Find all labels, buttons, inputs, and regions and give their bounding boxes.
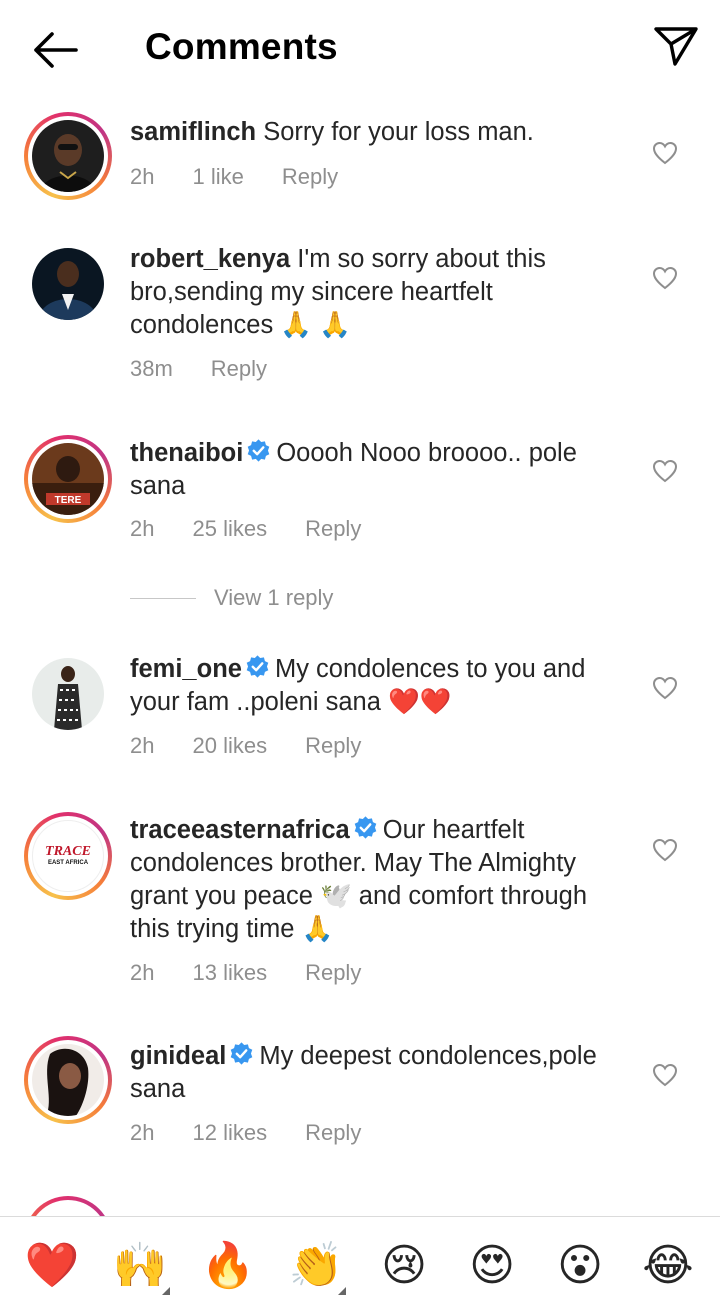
verified-badge-icon [354,816,377,839]
like-count[interactable]: 20 likes [192,733,267,759]
emoji-heart-button[interactable]: ❤️ [20,1233,84,1297]
timestamp: 2h [130,960,155,985]
reply-button[interactable]: Reply [305,516,361,542]
heart-icon [652,266,678,290]
emoji-raised-hands-button[interactable]: 🙌 [108,1233,172,1297]
reply-button[interactable]: Reply [305,960,361,986]
like-count[interactable]: 12 likes [192,1120,267,1146]
comment-body: thenaiboi Ooooh Nooo broooo.. pole sana [130,437,630,503]
like-count[interactable]: 25 likes [192,516,267,542]
back-button[interactable] [30,28,82,72]
timestamp: 2h [130,516,155,541]
timestamp: 2h [130,733,155,758]
emoji-fire-button[interactable]: 🔥 [196,1233,260,1297]
reply-divider [130,597,196,599]
comment-body: samiflinch Sorry for your loss man. [130,116,630,149]
like-button[interactable] [650,1060,680,1090]
reply-button[interactable]: Reply [305,1120,361,1146]
avatar[interactable] [24,1196,112,1216]
comment-list: samiflinch Sorry for your loss man. 2h 1… [0,98,720,1216]
username[interactable]: samiflinch [130,118,256,146]
username[interactable]: thenaiboi [130,439,243,467]
header: Comments [0,0,720,98]
skin-tone-indicator-icon [338,1287,346,1295]
heart-icon [652,838,678,862]
avatar[interactable] [32,248,104,320]
skin-tone-indicator-icon [162,1287,170,1295]
page-title: Comments [145,26,338,67]
trace-logo-sub: EAST AFRICA [47,859,89,866]
username[interactable]: traceeasternafrica [130,816,350,844]
view-replies-label: View 1 reply [214,585,334,610]
share-button[interactable] [650,22,702,70]
comment-body: robert_kenya I'm so sorry about this bro… [130,243,630,342]
emoji-tears-of-joy-button[interactable]: 😂 [636,1233,700,1297]
svg-text:TERE: TERE [55,495,82,506]
comment-meta: 2h 13 likes Reply [130,960,399,986]
reply-button[interactable]: Reply [305,733,361,759]
comment-meta: 2h 12 likes Reply [130,1120,399,1146]
emoji-clap-button[interactable]: 👏 [284,1233,348,1297]
timestamp: 2h [130,1120,155,1145]
comment-body: femi_one My condolences to you and your f… [130,653,630,719]
like-button[interactable] [650,673,680,703]
username[interactable]: femi_one [130,655,242,683]
avatar[interactable]: TRACE EAST AFRICA [24,812,112,900]
timestamp: 38m [130,356,173,381]
verified-badge-icon [246,655,269,678]
username[interactable]: robert_kenya [130,245,290,273]
timestamp: 2h [130,164,155,189]
username[interactable]: ginideal [130,1042,226,1070]
comment-meta: 2h 1 like Reply [130,164,376,190]
avatar[interactable] [32,658,104,730]
emoji-open-mouth-button[interactable]: 😮 [548,1233,612,1297]
heart-icon [652,676,678,700]
avatar[interactable]: TERE [24,435,112,523]
like-button[interactable] [650,456,680,486]
avatar[interactable] [24,1036,112,1124]
emoji-reaction-bar: ❤️ 🙌 🔥 👏 😢 😍 😮 😂 [0,1216,720,1313]
heart-emoji-icon: ❤️ [24,1240,80,1291]
comment-body: traceeasternafrica Our heartfelt condolen… [130,814,630,946]
heart-icon [652,141,678,165]
crying-emoji-icon: 😢 [381,1239,427,1291]
view-replies-button[interactable]: View 1 reply [130,585,333,611]
comment-text: Sorry for your loss man. [263,118,534,146]
heart-icon [652,459,678,483]
emoji-heart-eyes-button[interactable]: 😍 [460,1233,524,1297]
comment-meta: 2h 25 likes Reply [130,516,399,542]
arrow-left-icon [34,32,78,68]
avatar[interactable] [24,112,112,200]
fire-emoji-icon: 🔥 [200,1240,256,1291]
reply-button[interactable]: Reply [282,164,338,190]
raised-hands-emoji-icon: 🙌 [112,1240,168,1291]
paper-plane-icon [654,27,698,66]
heart-icon [652,1063,678,1087]
comment-meta: 2h 20 likes Reply [130,733,399,759]
comment-body: ginideal My deepest condolences,pole sana [130,1040,630,1106]
like-count[interactable]: 13 likes [192,960,267,986]
like-count[interactable]: 1 like [192,164,243,190]
like-button[interactable] [650,263,680,293]
verified-badge-icon [248,439,270,462]
emoji-crying-button[interactable]: 😢 [372,1233,436,1297]
clap-emoji-icon: 👏 [288,1240,344,1291]
like-button[interactable] [650,835,680,865]
comment-meta: 38m Reply [130,356,305,382]
heart-eyes-emoji-icon: 😍 [469,1239,515,1291]
tears-of-joy-emoji-icon: 😂 [642,1239,694,1291]
trace-logo: TRACE [45,843,91,859]
verified-badge-icon [231,1042,253,1065]
like-button[interactable] [650,138,680,168]
reply-button[interactable]: Reply [211,356,267,382]
open-mouth-emoji-icon: 😮 [557,1239,603,1291]
